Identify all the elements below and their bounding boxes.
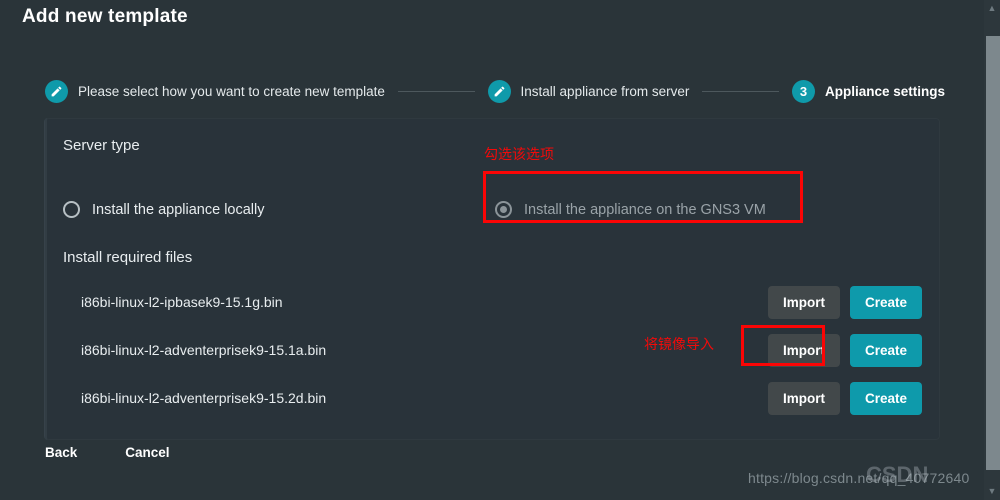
step-connector-1	[397, 90, 475, 92]
panel-left-edge	[45, 118, 47, 440]
dialog-title: Add new template	[22, 6, 188, 27]
create-button[interactable]: Create	[850, 381, 922, 415]
annotation-label-select-option: 勾选该选项	[484, 147, 554, 163]
row-actions: Import Create	[768, 381, 922, 415]
scrollbar-thumb[interactable]	[986, 36, 1000, 470]
import-button[interactable]: Import	[768, 381, 840, 415]
install-required-files-heading: Install required files	[63, 249, 193, 266]
import-button[interactable]: Import	[768, 285, 840, 319]
pencil-icon	[487, 79, 511, 103]
create-button[interactable]: Create	[850, 333, 922, 367]
step-3-label: Appliance settings	[824, 83, 945, 99]
scroll-down-arrow-icon[interactable]: ▼	[984, 483, 1000, 500]
vertical-scrollbar[interactable]: ▲ ▼	[984, 0, 1000, 500]
radio-circle-icon	[63, 201, 80, 218]
appliance-settings-panel: Server type Install the appliance locall…	[45, 118, 940, 440]
row-actions: Import Create	[768, 333, 922, 367]
file-name: i86bi-linux-l2-adventerprisek9-15.2d.bin	[81, 390, 327, 406]
cancel-button[interactable]: Cancel	[125, 445, 169, 460]
dialog-footer: Back Cancel	[45, 445, 170, 460]
radio-dot	[500, 206, 507, 213]
step-3-number: 3	[791, 79, 815, 103]
step-1-label: Please select how you want to create new…	[78, 83, 385, 99]
step-1[interactable]: Please select how you want to create new…	[45, 79, 385, 103]
table-row: i86bi-linux-l2-adventerprisek9-15.2d.bin…	[63, 378, 922, 418]
watermark-url: https://blog.csdn.net/qq_40772640	[748, 470, 970, 486]
radio-install-on-gns3-vm[interactable]: Install the appliance on the GNS3 VM	[495, 201, 766, 218]
radio-install-locally[interactable]: Install the appliance locally	[63, 201, 265, 218]
table-row: i86bi-linux-l2-ipbasek9-15.1g.bin Import…	[63, 282, 922, 322]
server-type-heading: Server type	[63, 137, 140, 154]
radio-install-on-gns3-vm-label: Install the appliance on the GNS3 VM	[524, 201, 766, 218]
pencil-icon	[45, 79, 68, 103]
watermark-logo: CSDN	[866, 462, 929, 487]
back-button[interactable]: Back	[45, 445, 77, 460]
wizard-stepper: Please select how you want to create new…	[45, 76, 945, 106]
create-button[interactable]: Create	[850, 285, 922, 319]
step-connector-2	[702, 90, 779, 92]
add-template-dialog: Add new template Please select how you w…	[0, 0, 1000, 500]
annotation-label-import-image: 将镜像导入	[644, 337, 714, 353]
row-actions: Import Create	[768, 285, 922, 319]
file-name: i86bi-linux-l2-adventerprisek9-15.1a.bin	[81, 342, 327, 358]
table-row: i86bi-linux-l2-adventerprisek9-15.1a.bin…	[63, 330, 922, 370]
radio-install-locally-label: Install the appliance locally	[92, 201, 265, 218]
step-2-label: Install appliance from server	[520, 83, 690, 99]
step-2[interactable]: Install appliance from server	[487, 79, 690, 103]
step-3[interactable]: 3 Appliance settings	[791, 79, 945, 103]
radio-circle-selected-icon	[495, 201, 512, 218]
scroll-up-arrow-icon[interactable]: ▲	[984, 0, 1000, 17]
import-button[interactable]: Import	[768, 333, 840, 367]
file-name: i86bi-linux-l2-ipbasek9-15.1g.bin	[81, 294, 283, 310]
